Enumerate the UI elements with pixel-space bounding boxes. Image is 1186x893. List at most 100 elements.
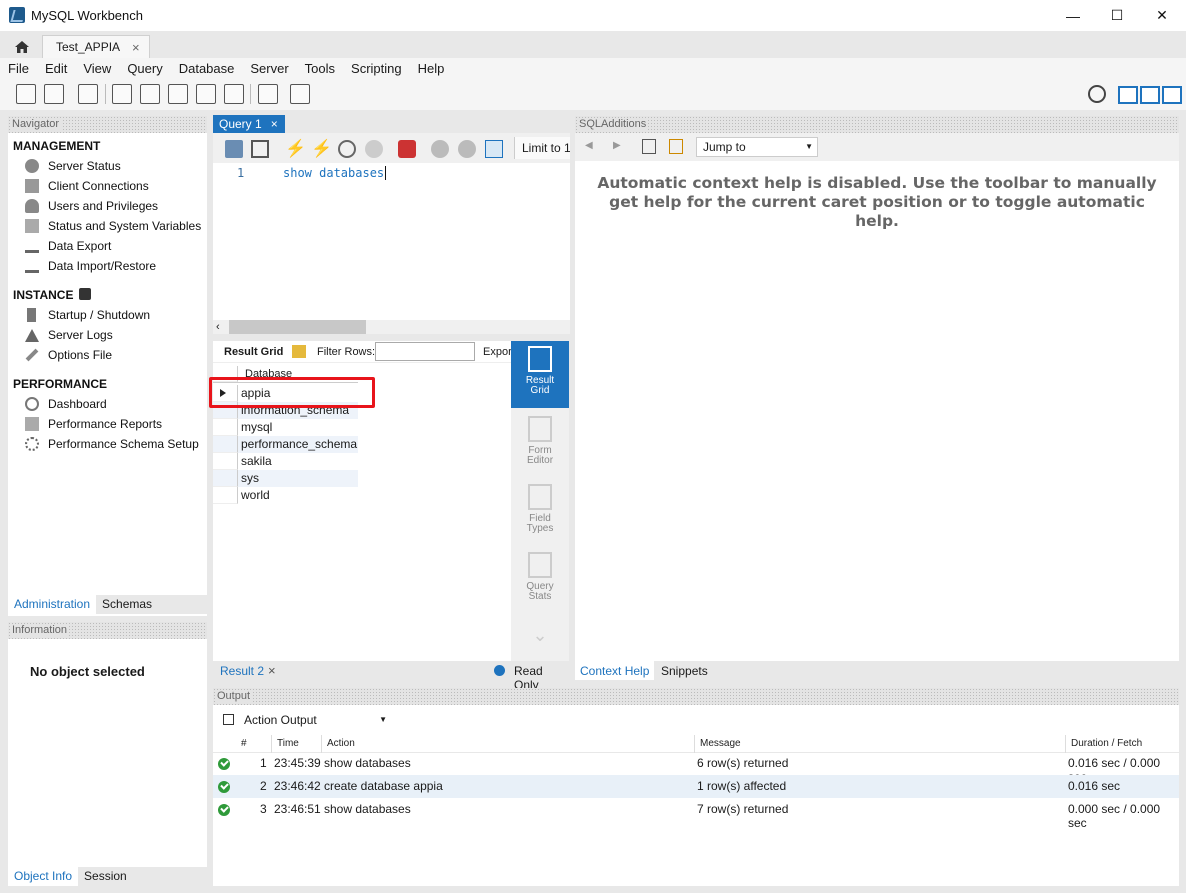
row-header[interactable]	[213, 453, 238, 470]
nav-startup-shutdown[interactable]: Startup / Shutdown	[25, 305, 150, 325]
query-stats-button[interactable]: Query Stats	[511, 549, 569, 611]
create-function-icon[interactable]	[224, 84, 244, 104]
nav-dashboard[interactable]: Dashboard	[25, 394, 107, 414]
copy-icon[interactable]	[223, 714, 234, 725]
new-sql-tab-icon[interactable]	[16, 84, 36, 104]
execute-current-icon[interactable]: ⚡	[311, 140, 332, 158]
menu-tools[interactable]: Tools	[305, 61, 335, 76]
toggle-output-icon[interactable]	[1140, 86, 1160, 104]
export-button[interactable]: Expor	[483, 346, 512, 358]
close-result-tab-icon[interactable]: ×	[268, 663, 276, 678]
tab-object-info[interactable]: Object Info	[8, 867, 79, 886]
sql-editor[interactable]: 1 show databases	[213, 163, 570, 320]
close-tab-icon[interactable]: ×	[271, 117, 278, 131]
close-tab-icon[interactable]: ×	[132, 40, 140, 55]
nav-data-export[interactable]: Data Export	[25, 236, 111, 256]
create-view-icon[interactable]	[168, 84, 188, 104]
menu-help[interactable]: Help	[418, 61, 445, 76]
table-row[interactable]: mysql	[213, 419, 358, 436]
tab-query-1[interactable]: Query 1 ×	[213, 115, 285, 133]
row-header[interactable]	[213, 419, 238, 436]
jump-to-select[interactable]: Jump to ▼	[696, 137, 818, 157]
stop-icon[interactable]	[365, 140, 383, 158]
open-sql-script-icon[interactable]	[44, 84, 64, 104]
inspector-icon[interactable]	[78, 84, 98, 104]
forward-icon[interactable]: ▶	[613, 140, 621, 151]
tab-context-help[interactable]: Context Help	[575, 661, 655, 680]
menu-edit[interactable]: Edit	[45, 61, 67, 76]
filter-rows-input[interactable]	[375, 342, 475, 361]
tab-session[interactable]: Session	[78, 867, 133, 886]
menu-database[interactable]: Database	[179, 61, 235, 76]
tab-test-appia[interactable]: Test_APPIA ×	[42, 35, 150, 58]
nav-options-file[interactable]: Options File	[25, 345, 112, 365]
table-cell[interactable]: performance_schema	[238, 436, 358, 453]
explain-icon[interactable]	[338, 140, 356, 158]
output-row[interactable]: 1 23:45:39 show databases 6 row(s) returned…	[213, 752, 1179, 784]
table-row[interactable]: sys	[213, 470, 358, 487]
menu-scripting[interactable]: Scripting	[351, 61, 402, 76]
maximize-button[interactable]: ☐	[1094, 0, 1140, 31]
nav-client-connections[interactable]: Client Connections	[25, 176, 149, 196]
field-types-button[interactable]: Field Types	[511, 481, 569, 543]
toggle-secondary-sidebar-icon[interactable]	[1162, 86, 1182, 104]
tab-administration[interactable]: Administration	[8, 595, 97, 614]
scroll-left-icon[interactable]: ‹	[216, 321, 220, 333]
output-mode-select[interactable]: Action Output ▼	[239, 710, 391, 730]
close-window-button[interactable]: ✕	[1139, 0, 1185, 31]
menu-file[interactable]: File	[8, 61, 29, 76]
commit-icon[interactable]	[431, 140, 449, 158]
instance-section-title: INSTANCE	[13, 288, 91, 302]
minimize-button[interactable]: —	[1050, 0, 1096, 31]
execute-icon[interactable]: ⚡	[285, 140, 306, 158]
menu-query[interactable]: Query	[127, 61, 162, 76]
save-icon[interactable]	[251, 140, 269, 158]
open-file-icon[interactable]	[225, 140, 243, 158]
reconnect-icon[interactable]	[290, 84, 310, 104]
row-header[interactable]	[213, 436, 238, 453]
home-tab[interactable]	[4, 35, 40, 58]
back-icon[interactable]: ◀	[585, 140, 593, 151]
table-row[interactable]: performance_schema	[213, 436, 358, 453]
form-editor-button[interactable]: Form Editor	[511, 413, 569, 475]
tab-snippets[interactable]: Snippets	[661, 664, 708, 678]
output-time: 23:46:42	[274, 779, 321, 793]
toggle-sidebar-icon[interactable]	[1118, 86, 1138, 104]
auto-help-icon[interactable]	[669, 139, 683, 154]
table-cell[interactable]: mysql	[238, 419, 358, 436]
row-header[interactable]	[213, 470, 238, 487]
table-row[interactable]: world	[213, 487, 358, 504]
create-schema-icon[interactable]	[112, 84, 132, 104]
result-grid-button[interactable]: Result Grid	[511, 341, 569, 408]
stop-on-error-icon[interactable]	[398, 140, 416, 158]
scroll-thumb[interactable]	[229, 320, 366, 334]
table-cell[interactable]: sys	[238, 470, 358, 487]
nav-status-variables[interactable]: Status and System Variables	[25, 216, 201, 236]
row-header[interactable]	[213, 487, 238, 504]
limit-rows-select[interactable]: Limit to 10	[514, 137, 570, 159]
tab-result-2[interactable]: Result 2	[220, 664, 264, 678]
search-table-data-icon[interactable]	[258, 84, 278, 104]
create-table-icon[interactable]	[140, 84, 160, 104]
table-row[interactable]: sakila	[213, 453, 358, 470]
menu-view[interactable]: View	[83, 61, 111, 76]
nav-users-privileges[interactable]: Users and Privileges	[25, 196, 158, 216]
autocommit-icon[interactable]	[485, 140, 503, 158]
editor-horizontal-scrollbar[interactable]: ‹	[213, 320, 570, 334]
output-row[interactable]: 2 23:46:42 create database appia 1 row(s) a…	[213, 775, 1179, 798]
settings-gear-icon[interactable]	[1088, 85, 1106, 103]
rollback-icon[interactable]	[458, 140, 476, 158]
create-procedure-icon[interactable]	[196, 84, 216, 104]
menu-server[interactable]: Server	[250, 61, 288, 76]
scroll-down-icon[interactable]: ⌄	[511, 625, 569, 655]
nav-performance-reports[interactable]: Performance Reports	[25, 414, 162, 434]
tab-schemas[interactable]: Schemas	[96, 595, 158, 614]
nav-server-logs[interactable]: Server Logs	[25, 325, 113, 345]
output-row[interactable]: 3 23:46:51 show databases 7 row(s) returned…	[213, 798, 1179, 830]
table-cell[interactable]: world	[238, 487, 358, 504]
nav-data-import[interactable]: Data Import/Restore	[25, 256, 156, 276]
nav-server-status[interactable]: Server Status	[25, 156, 121, 176]
table-cell[interactable]: sakila	[238, 453, 358, 470]
nav-performance-schema-setup[interactable]: Performance Schema Setup	[25, 434, 199, 454]
manual-help-icon[interactable]	[642, 139, 656, 154]
